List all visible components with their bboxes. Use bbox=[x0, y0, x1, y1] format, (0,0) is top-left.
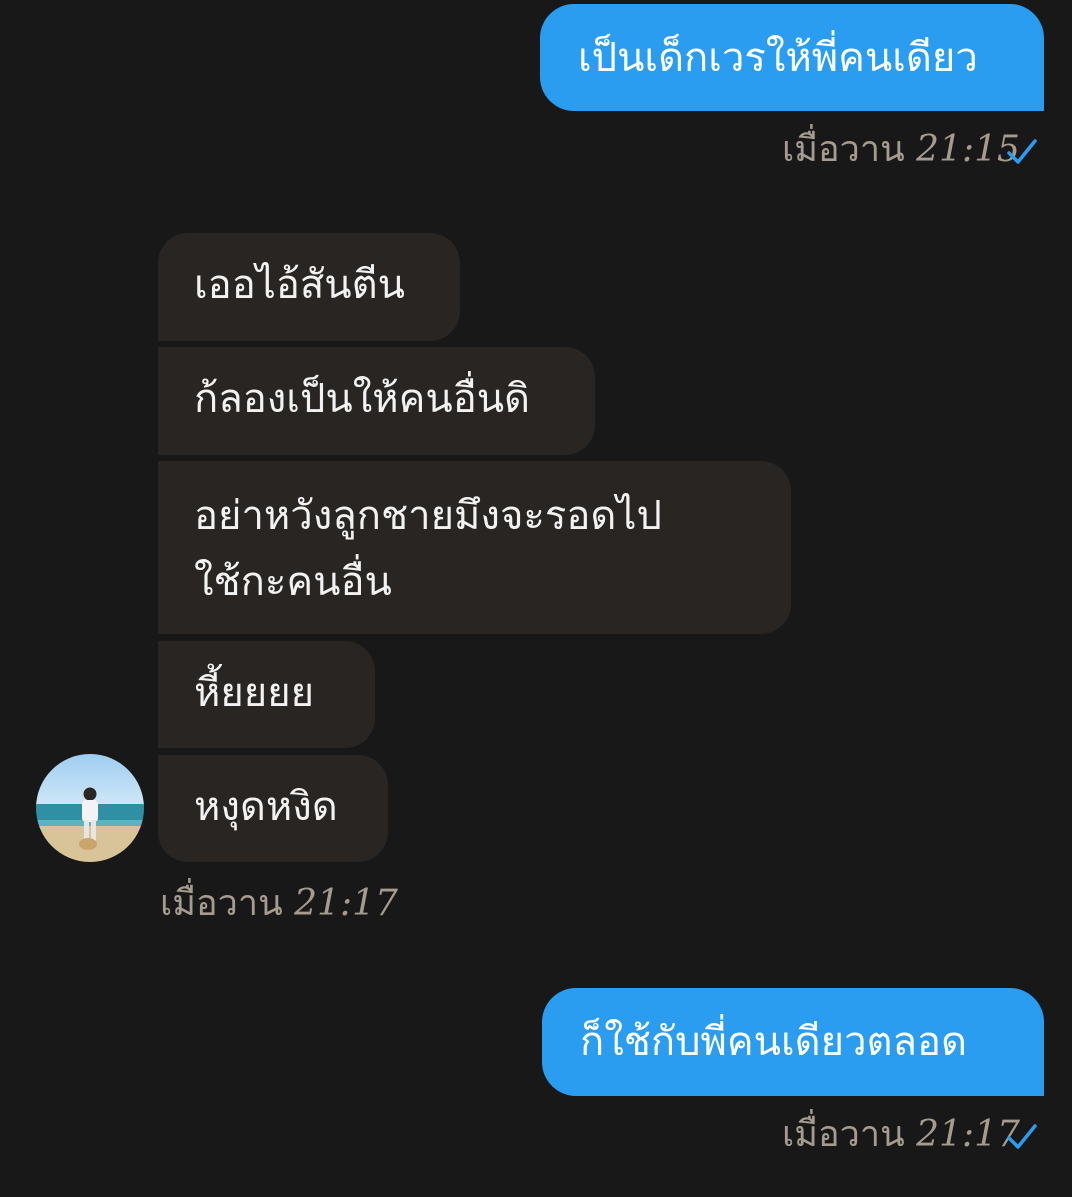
message-text: ก้ลองเป็นให้คนอื่นดิ bbox=[194, 376, 531, 422]
check-icon bbox=[1007, 139, 1037, 164]
incoming-message-bubble[interactable]: อย่าหวังลูกชายมึงจะรอดไป ใช้กะคนอื่น bbox=[158, 461, 791, 634]
message-text: หงุดหงิด bbox=[194, 784, 338, 830]
incoming-message-bubble[interactable]: หี้ยยยย bbox=[158, 641, 375, 748]
check-icon bbox=[1007, 1124, 1037, 1149]
message-text-line: อย่าหวังลูกชายมึงจะรอดไป bbox=[194, 493, 662, 539]
timestamp-time: 21:17 bbox=[294, 883, 398, 924]
message-timestamp: เมื่อวาน 21:17 bbox=[782, 1113, 1020, 1157]
contact-avatar[interactable] bbox=[36, 754, 144, 862]
message-text: หี้ยยยย bbox=[194, 670, 315, 716]
incoming-message-bubble[interactable]: ก้ลองเป็นให้คนอื่นดิ bbox=[158, 347, 595, 455]
incoming-message-bubble[interactable]: เออไอ้สันตีน bbox=[158, 233, 460, 341]
message-text: ก็ใช้กับพี่คนเดียวตลอด bbox=[580, 1019, 968, 1065]
timestamp-date: เมื่อวาน bbox=[160, 883, 283, 924]
timestamp-date: เมื่อวาน bbox=[782, 1114, 905, 1155]
timestamp-date: เมื่อวาน bbox=[782, 129, 905, 170]
message-text: เออไอ้สันตีน bbox=[194, 262, 405, 308]
message-text-line: ใช้กะคนอื่น bbox=[194, 559, 392, 605]
outgoing-message-bubble[interactable]: ก็ใช้กับพี่คนเดียวตลอด bbox=[542, 988, 1044, 1096]
message-text: เป็นเด็กเวรให้พี่คนเดียว bbox=[578, 35, 978, 81]
incoming-message-bubble[interactable]: หงุดหงิด bbox=[158, 755, 388, 862]
message-timestamp: เมื่อวาน 21:15 bbox=[782, 128, 1020, 172]
outgoing-message-bubble[interactable]: เป็นเด็กเวรให้พี่คนเดียว bbox=[540, 4, 1044, 111]
message-timestamp: เมื่อวาน 21:17 bbox=[160, 882, 398, 926]
avatar-photo bbox=[36, 754, 144, 862]
